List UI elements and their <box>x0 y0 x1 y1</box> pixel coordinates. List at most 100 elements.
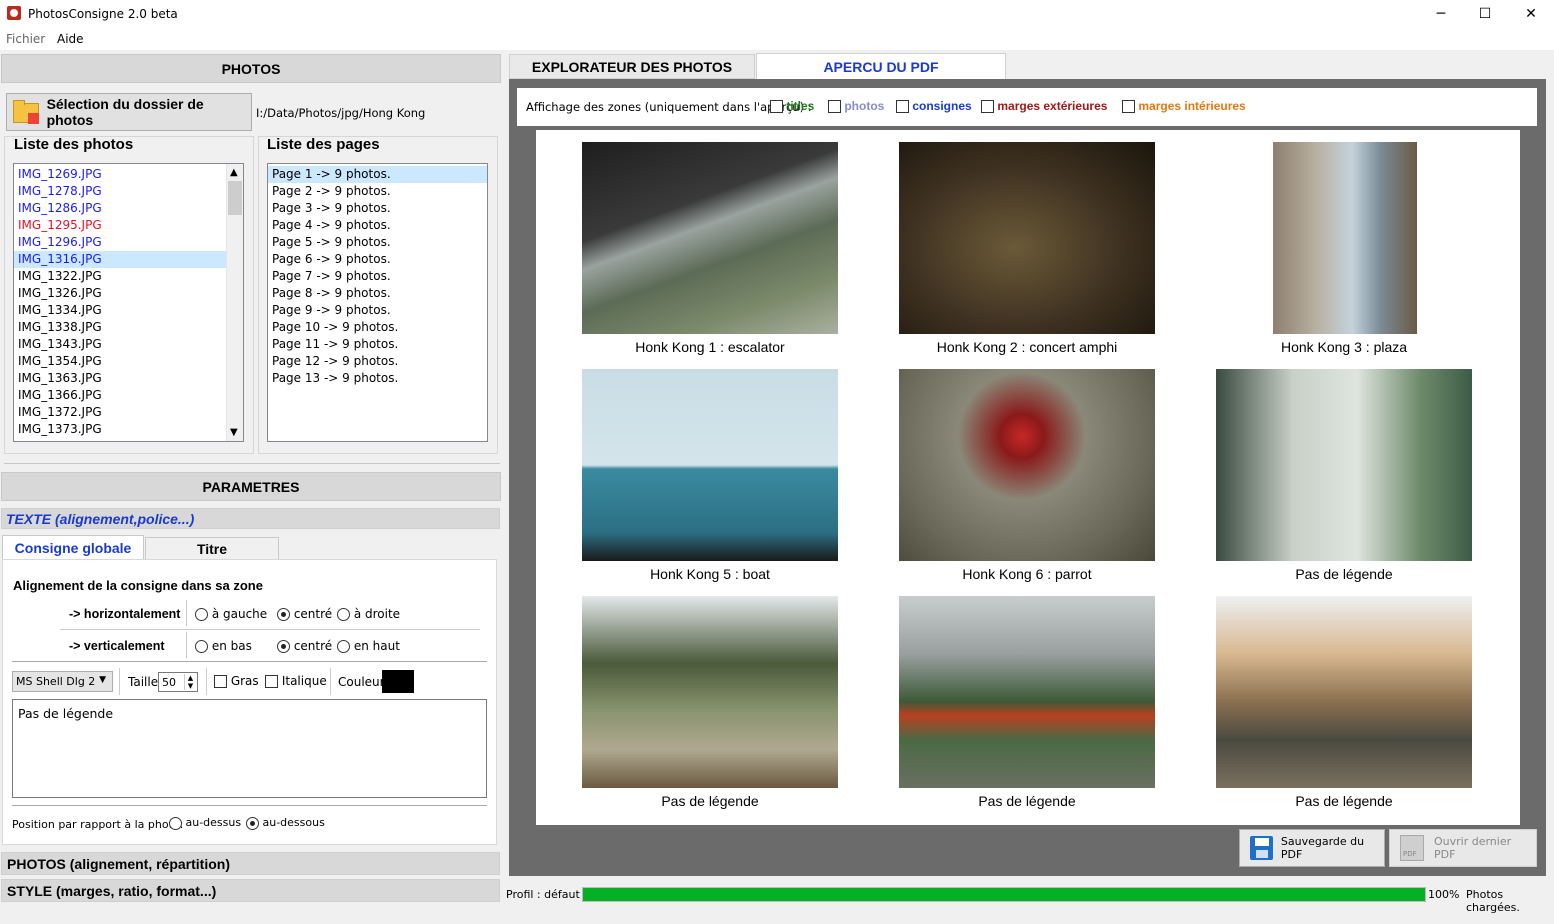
vertical-label: -> verticalement <box>69 639 165 653</box>
position-label: Position par rapport à la photo: <box>12 818 184 831</box>
pos-above-radio[interactable]: au-dessus <box>169 816 241 830</box>
font-select[interactable]: MS Shell Dlg 2 ▼ <box>12 671 113 692</box>
photo-list-item[interactable]: IMG_1363.JPG <box>14 370 226 387</box>
color-swatch[interactable] <box>382 670 414 693</box>
scroll-up-icon[interactable]: ▲ <box>230 167 238 178</box>
photo-9[interactable] <box>899 596 1155 788</box>
photo-7[interactable] <box>1216 369 1472 561</box>
open-pdf-button[interactable]: PDF Ouvrir dernier PDF <box>1389 829 1537 867</box>
close-button[interactable]: ✕ <box>1508 0 1554 28</box>
divider <box>4 463 500 464</box>
italic-checkbox[interactable]: Italique <box>265 674 327 688</box>
page-list[interactable]: Page 1 -> 9 photos. Page 2 -> 9 photos. Pa… <box>267 163 488 442</box>
photo-caption: Honk Kong 2 : concert amphi <box>936 339 1118 355</box>
photo-list-item[interactable]: IMG_1269.JPG <box>14 166 226 183</box>
progress-bar <box>582 887 1426 902</box>
page-list-item[interactable]: Page 10 -> 9 photos. <box>268 319 487 336</box>
photo-8[interactable] <box>582 596 838 788</box>
v-top-radio[interactable]: en haut <box>337 639 400 653</box>
page-list-item[interactable]: Page 5 -> 9 photos. <box>268 234 487 251</box>
save-pdf-button[interactable]: Sauvegarde du PDF <box>1239 829 1385 867</box>
floppy-disk-icon <box>1250 836 1273 860</box>
zone-ext-margins-checkbox[interactable]: marges extérieures <box>981 99 1107 114</box>
photo-10[interactable] <box>1216 596 1472 788</box>
text-editor[interactable]: Pas de légende <box>12 699 487 798</box>
photo-list-item[interactable]: IMG_1296.JPG <box>14 234 226 251</box>
photo-list-item[interactable]: IMG_1278.JPG <box>14 183 226 200</box>
page-list-item[interactable]: Page 12 -> 9 photos. <box>268 353 487 370</box>
divider <box>12 661 487 662</box>
tab-explorer[interactable]: EXPLORATEUR DES PHOTOS <box>509 54 755 79</box>
photos-params-section[interactable]: PHOTOS (alignement, répartition) <box>1 852 500 875</box>
app-icon <box>7 6 21 20</box>
scroll-down-icon[interactable]: ▼ <box>230 427 238 438</box>
page-list-item[interactable]: Page 1 -> 9 photos. <box>268 166 487 183</box>
color-label: Couleur <box>338 675 385 689</box>
menu-fichier[interactable]: Fichier <box>6 32 45 46</box>
photo-list-item[interactable]: IMG_1354.JPG <box>14 353 226 370</box>
page-list-item[interactable]: Page 2 -> 9 photos. <box>268 183 487 200</box>
photo-list[interactable]: IMG_1269.JPG IMG_1278.JPG IMG_1286.JPG IMG_… <box>13 163 244 442</box>
photo-2[interactable] <box>899 142 1155 334</box>
size-spinbox[interactable]: 50 ▲ ▼ <box>158 672 198 692</box>
divider <box>330 668 331 695</box>
pos-below-radio[interactable]: au-dessous <box>246 816 325 830</box>
page-list-item[interactable]: Page 8 -> 9 photos. <box>268 285 487 302</box>
tab-consigne-globale[interactable]: Consigne globale <box>2 535 144 560</box>
divider <box>12 805 487 806</box>
bold-checkbox[interactable]: Gras <box>214 674 259 688</box>
zone-titles-checkbox[interactable]: titles <box>770 99 814 114</box>
photo-list-item[interactable]: IMG_1338.JPG <box>14 319 226 336</box>
h-right-radio[interactable]: à droite <box>337 607 400 621</box>
photo-caption: Pas de légende <box>1295 566 1393 582</box>
page-list-item[interactable]: Page 13 -> 9 photos. <box>268 370 487 387</box>
photo-3[interactable] <box>1273 142 1417 334</box>
photo-caption: Honk Kong 6 : parrot <box>962 566 1092 582</box>
scroll-thumb[interactable] <box>228 181 242 215</box>
h-center-radio[interactable]: centré <box>277 607 332 621</box>
window-title: PhotosConsigne 2.0 beta <box>28 7 178 21</box>
photo-caption: Pas de légende <box>978 793 1076 809</box>
v-center-radio[interactable]: centré <box>277 639 332 653</box>
select-folder-label: Sélection du dossier de photos <box>46 96 204 128</box>
page-list-item[interactable]: Page 11 -> 9 photos. <box>268 336 487 353</box>
spin-arrows-icon[interactable]: ▲ ▼ <box>184 674 196 690</box>
scrollbar[interactable]: ▲ ▼ <box>226 164 243 441</box>
zone-int-margins-checkbox[interactable]: marges intérieures <box>1122 99 1246 114</box>
photo-list-item[interactable]: IMG_1373.JPG <box>14 421 226 438</box>
tab-preview[interactable]: APERCU DU PDF <box>756 53 1006 80</box>
zone-consignes-checkbox[interactable]: consignes <box>896 99 972 114</box>
page-list-item[interactable]: Page 9 -> 9 photos. <box>268 302 487 319</box>
page-list-item[interactable]: Page 3 -> 9 photos. <box>268 200 487 217</box>
minimize-button[interactable]: ─ <box>1418 0 1464 28</box>
photo-list-item[interactable]: IMG_1372.JPG <box>14 404 226 421</box>
photo-6[interactable] <box>899 369 1155 561</box>
open-pdf-label: Ouvrir dernier PDF <box>1433 835 1512 861</box>
photo-list-item[interactable]: IMG_1343.JPG <box>14 336 226 353</box>
page-list-item[interactable]: Page 6 -> 9 photos. <box>268 251 487 268</box>
folder-icon <box>13 99 41 125</box>
v-bottom-radio[interactable]: en bas <box>195 639 252 653</box>
h-left-radio[interactable]: à gauche <box>195 607 267 621</box>
style-params-section[interactable]: STYLE (marges, ratio, format...) <box>1 879 500 902</box>
photo-list-item[interactable]: IMG_1295.JPG <box>14 217 226 234</box>
photo-list-item[interactable]: IMG_1322.JPG <box>14 268 226 285</box>
select-folder-button[interactable]: Sélection du dossier de photos <box>6 93 252 131</box>
photo-list-item[interactable]: IMG_1326.JPG <box>14 285 226 302</box>
photo-list-item[interactable]: IMG_1316.JPG <box>14 251 226 268</box>
photo-list-item[interactable]: IMG_1286.JPG <box>14 200 226 217</box>
texte-section-title[interactable]: TEXTE (alignement,police...) <box>6 511 194 527</box>
params-section-header: PARAMETRES <box>1 472 501 501</box>
photo-list-item[interactable]: IMG_1334.JPG <box>14 302 226 319</box>
page-list-item[interactable]: Page 4 -> 9 photos. <box>268 217 487 234</box>
tab-titre[interactable]: Titre <box>145 537 279 560</box>
menu-aide[interactable]: Aide <box>57 32 84 46</box>
page-list-item[interactable]: Page 7 -> 9 photos. <box>268 268 487 285</box>
profile-label: Profil : défaut <box>506 888 580 901</box>
photo-1[interactable] <box>582 142 838 334</box>
maximize-button[interactable]: ☐ <box>1462 0 1508 28</box>
photos-section-header: PHOTOS <box>1 54 501 83</box>
photo-list-item[interactable]: IMG_1366.JPG <box>14 387 226 404</box>
zone-photos-checkbox[interactable]: photos <box>828 99 884 114</box>
photo-5[interactable] <box>582 369 838 561</box>
